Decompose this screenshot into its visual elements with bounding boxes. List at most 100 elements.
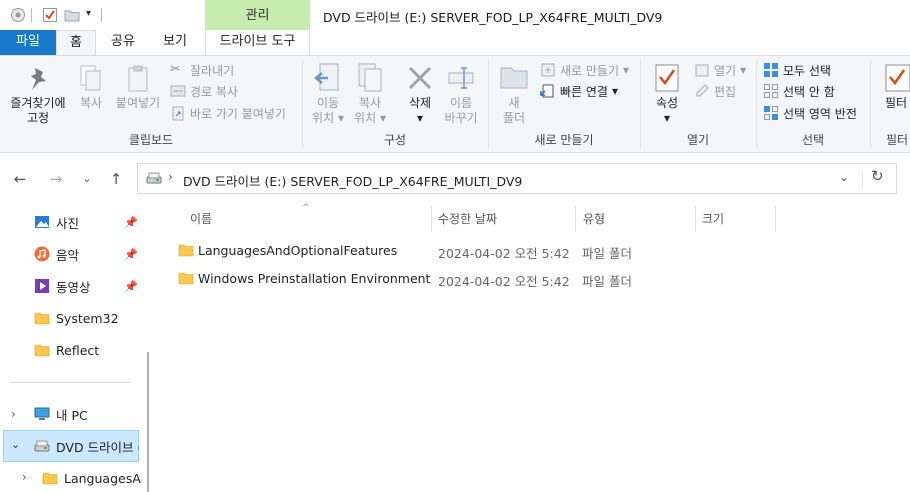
copy-path-button[interactable]: 경로 복사 (170, 81, 238, 101)
pin-icon[interactable]: 📌 (124, 280, 138, 293)
window-title: DVD 드라이브 (E:) SERVER_FOD_LP_X64FRE_MULTI… (323, 10, 663, 25)
new-item-dropdown-icon: ▾ (623, 63, 630, 77)
nav-item-languages[interactable]: LanguagesAnc (0, 462, 142, 492)
paste-label: 붙여넣기 (115, 96, 161, 110)
new-folder-button[interactable]: 새 폴더 (494, 60, 534, 128)
filter-label: 필터 (884, 96, 908, 110)
paste-button[interactable]: 붙여넣기 (112, 62, 164, 128)
clipboard-group-label: 클립보드 (128, 133, 174, 147)
scissors-icon: ✂ (170, 62, 181, 77)
select-none-icon (764, 84, 778, 98)
paste-shortcut-label: 바로 가기 붙여넣기 (190, 106, 286, 121)
select-all-icon (764, 63, 778, 77)
edit-button[interactable]: 편집 (694, 81, 736, 101)
column-separator[interactable] (695, 206, 696, 232)
filter-button[interactable]: 필터 (876, 60, 910, 128)
open-button[interactable]: 열기 ▾ (694, 60, 746, 80)
folder-icon (178, 244, 194, 257)
folder-icon (34, 344, 50, 357)
properties-icon[interactable] (10, 7, 26, 23)
folder-icon (42, 472, 58, 485)
nav-item-dvd-drive[interactable]: DVD 드라이브 ( (0, 430, 139, 462)
paste-shortcut-button[interactable]: 바로 가기 붙여넣기 (170, 103, 286, 123)
file-modified: 2024-04-02 오전 5:42 (438, 246, 570, 261)
delete-button[interactable]: 삭제 ▾ (398, 60, 442, 128)
open-label: 열기 (714, 63, 737, 78)
open-dropdown-icon: ▾ (740, 63, 747, 77)
move-label-line1: 이동 (316, 96, 340, 110)
breadcrumb-chevron-icon[interactable]: › (168, 170, 173, 184)
pin-label-line1: 즐겨찾기에 (10, 96, 66, 110)
move-to-button[interactable]: 이동 위치 ▾ (306, 60, 350, 128)
column-separator[interactable] (775, 206, 776, 232)
copy-button[interactable]: 복사 (74, 62, 108, 128)
filter-group-label: 필터 (885, 133, 909, 147)
tab-file[interactable]: 파일 (0, 30, 56, 55)
column-header-type[interactable]: 유형 (583, 210, 605, 227)
back-arrow-icon[interactable]: ← (11, 170, 29, 188)
tab-share[interactable]: 공유 (100, 30, 146, 55)
nav-item-this-pc[interactable]: 내 PC (0, 398, 150, 430)
up-arrow-icon[interactable]: ↑ (107, 170, 125, 188)
properties-button[interactable]: 속성 ▾ (646, 60, 688, 128)
select-all-button[interactable]: 모두 선택 (763, 60, 831, 80)
new-folder-label-line2: 폴더 (502, 111, 526, 125)
column-header-size[interactable]: 크기 (702, 210, 724, 227)
copy-to-icon (358, 63, 382, 92)
delete-label: 삭제 (408, 96, 432, 110)
open-group-label: 열기 (686, 133, 710, 147)
pin-icon[interactable]: 📌 (124, 216, 138, 229)
tab-view[interactable]: 보기 (150, 30, 200, 55)
recent-locations-chevron-icon[interactable]: ⌄ (78, 170, 96, 188)
folder-icon (34, 312, 50, 325)
nav-label: 음악 (56, 247, 80, 263)
easy-access-label: 빠른 연결 (560, 84, 608, 99)
nav-pane-scrollbar[interactable] (147, 352, 149, 492)
customize-toolbar-icon[interactable]: ▾ (86, 8, 91, 19)
rename-icon (448, 67, 474, 89)
select-group-label: 선택 (801, 133, 825, 147)
new-item-button[interactable]: 새로 만들기 ▾ (540, 60, 629, 80)
easy-access-dropdown-icon: ▾ (611, 84, 619, 98)
file-name: LanguagesAndOptionalFeatures (198, 243, 398, 258)
cut-label: 잘라내기 (190, 63, 235, 78)
copy-to-button[interactable]: 복사 위치 ▾ (350, 60, 390, 128)
pin-icon[interactable]: 📌 (124, 248, 138, 261)
column-separator[interactable] (575, 206, 576, 232)
music-icon (34, 246, 50, 262)
checkbox-icon[interactable] (42, 7, 58, 23)
copy-path-label: 경로 복사 (190, 84, 238, 99)
address-path: DVD 드라이브 (E:) SERVER_FOD_LP_X64FRE_MULTI… (183, 174, 523, 189)
new-item-label: 새로 만들기 (560, 63, 620, 78)
tab-drive-tools[interactable]: 드라이브 도구 (205, 30, 310, 55)
edit-label: 편집 (714, 84, 737, 99)
nav-item-system32[interactable]: System32 (0, 302, 150, 334)
rename-button[interactable]: 이름 바꾸기 (440, 60, 482, 128)
pin-to-quick-access-button[interactable]: 즐겨찾기에 고정 (6, 62, 70, 128)
new-folder-icon[interactable] (64, 7, 80, 23)
nav-label: 내 PC (56, 407, 88, 423)
nav-label: LanguagesAnc (64, 470, 142, 486)
column-header-modified[interactable]: 수정한 날짜 (438, 210, 497, 227)
delete-dropdown-icon: ▾ (416, 111, 424, 125)
nav-label: DVD 드라이브 ( (56, 439, 139, 455)
nav-item-reflect[interactable]: Reflect (0, 334, 150, 366)
forward-arrow-icon[interactable]: → (47, 170, 65, 188)
invert-selection-label: 선택 영역 반전 (783, 106, 857, 121)
refresh-icon[interactable]: ↻ (871, 167, 884, 185)
tab-home[interactable]: 홈 (56, 30, 96, 56)
filter-icon (885, 64, 910, 92)
easy-access-button[interactable]: 빠른 연결 ▾ (540, 81, 618, 101)
new-group-label: 새로 만들기 (534, 133, 594, 147)
copy-icon (80, 65, 101, 91)
column-separator[interactable] (431, 206, 432, 232)
dvd-drive-icon (34, 440, 50, 452)
invert-selection-button[interactable]: 선택 영역 반전 (763, 103, 857, 123)
file-modified: 2024-04-02 오전 5:42 (438, 274, 570, 289)
column-header-name[interactable]: 이름 (190, 210, 212, 227)
cut-button[interactable]: ✂ 잘라내기 (170, 60, 234, 80)
rename-label-line1: 이름 (449, 96, 473, 110)
new-folder-big-icon (500, 67, 528, 89)
select-none-button[interactable]: 선택 안 함 (763, 81, 835, 101)
address-dropdown-chevron-icon[interactable]: ⌄ (839, 170, 849, 184)
